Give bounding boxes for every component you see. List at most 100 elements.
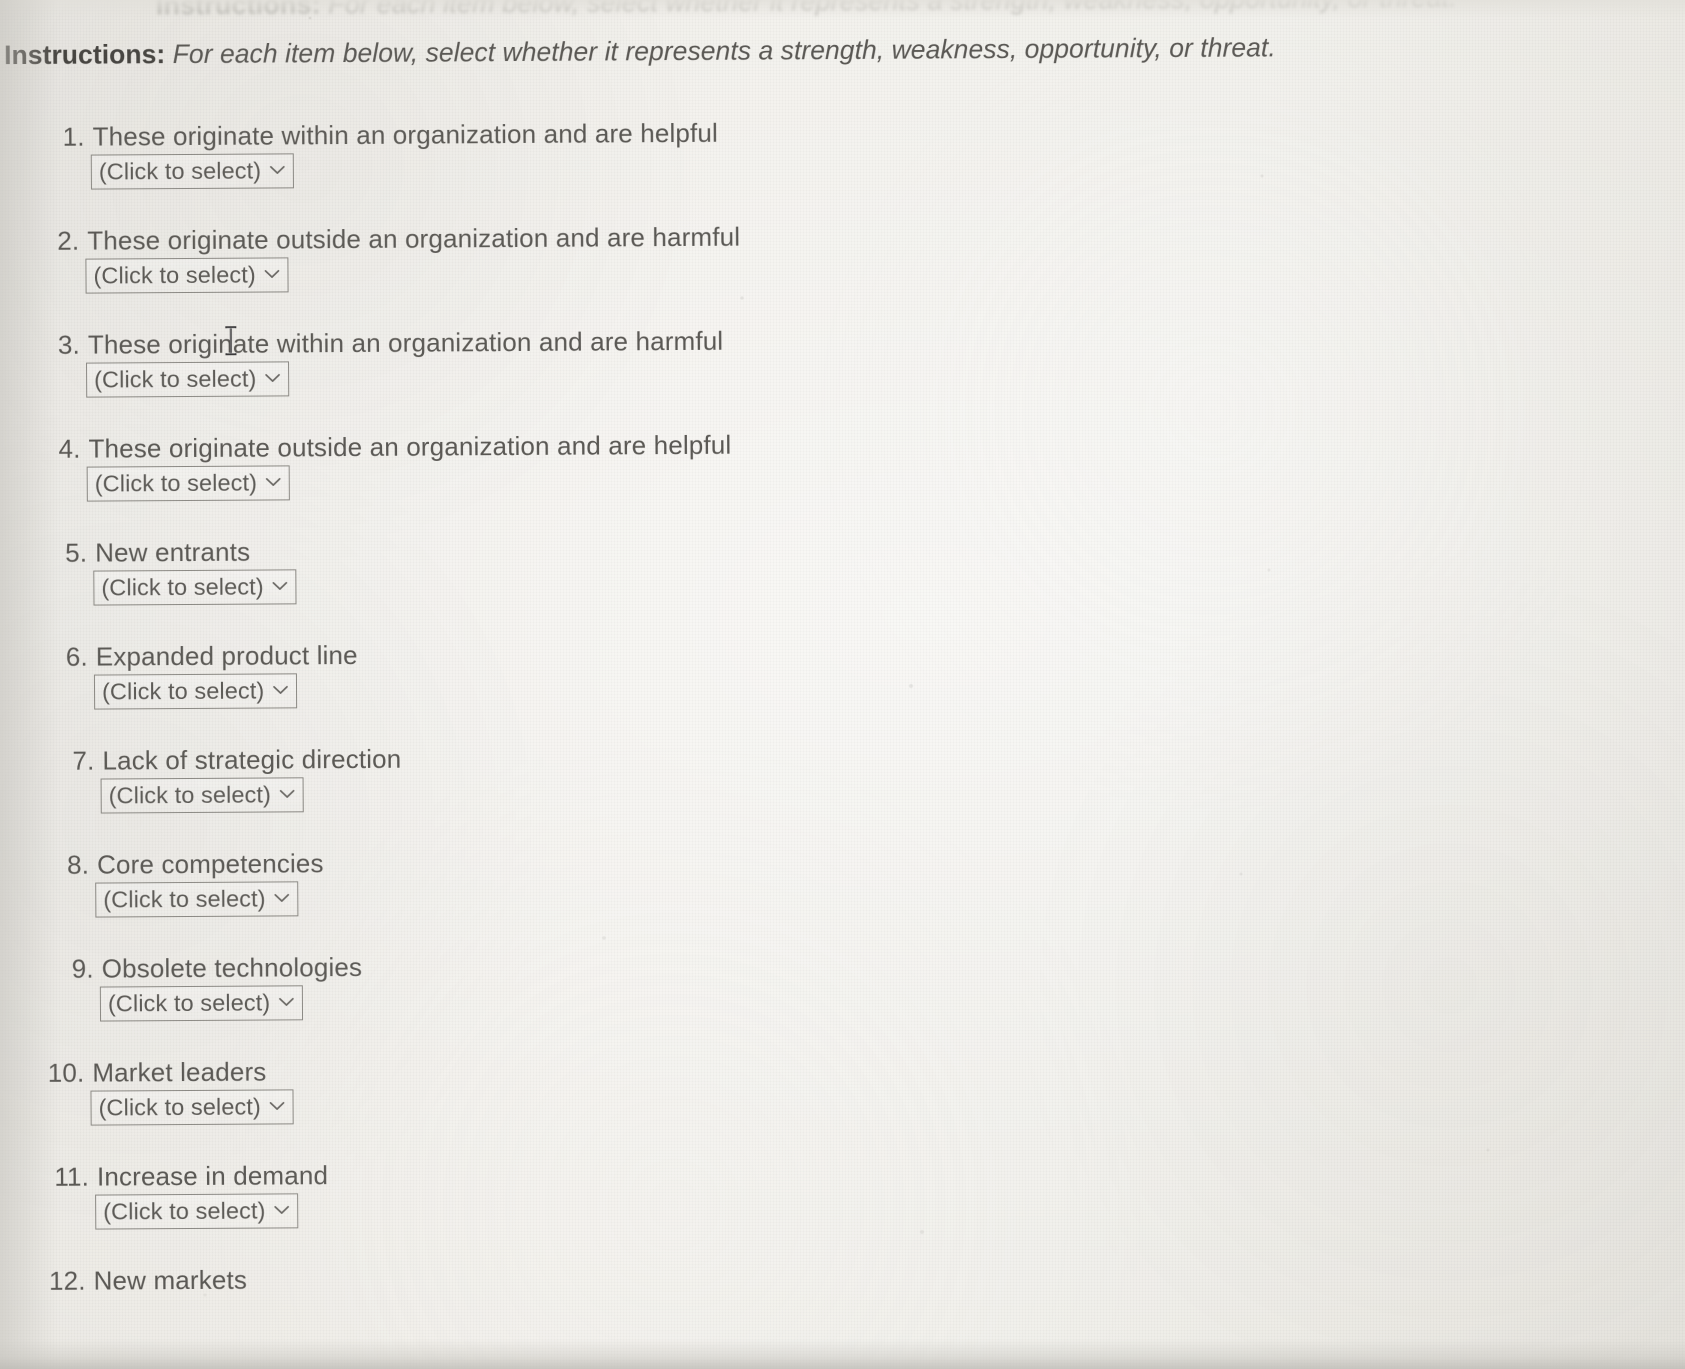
question-number: 2. — [57, 225, 80, 256]
question-number: 1. — [62, 121, 85, 152]
question-line: 7. Lack of strategic direction — [12, 741, 1000, 776]
chevron-down-icon — [273, 685, 289, 694]
question-item: 12. New markets — [4, 1261, 1004, 1333]
question-line: 1. These originate within an organization… — [3, 117, 997, 152]
question-text: These originate outside an organization … — [87, 221, 741, 256]
answer-select-value: (Click to select) — [98, 157, 262, 185]
question-answer-row: (Click to select) — [2, 1085, 1002, 1126]
question-answer-row: (Click to select) — [6, 669, 1000, 710]
instructions-label: Instructions: — [4, 39, 166, 71]
question-line: 6. Expanded product line — [6, 637, 1000, 672]
question-item: 2. These originate outside an organizatio… — [0, 221, 998, 294]
question-line: 10. Market leaders — [2, 1053, 1002, 1088]
question-line: 11. Increase in demand — [7, 1157, 1003, 1192]
question-text: Increase in demand — [96, 1160, 329, 1192]
answer-select-value: (Click to select) — [101, 677, 265, 705]
question-text: Expanded product line — [95, 639, 358, 672]
answer-select[interactable]: (Click to select) — [95, 881, 299, 918]
instructions-text: For each item below, select whether it r… — [172, 32, 1276, 70]
quiz-content: Instructions: For each item below, selec… — [0, 0, 1685, 1369]
instructions-line: Instructions: For each item below, selec… — [4, 32, 1276, 72]
question-text: Lack of strategic direction — [102, 743, 402, 776]
chevron-down-icon — [265, 374, 281, 383]
question-line: 3. These originate within an organization… — [0, 325, 998, 360]
question-line: 4. These originate outside an organizatio… — [0, 429, 999, 464]
question-item: 7. Lack of strategic direction (Click to s… — [12, 741, 1001, 814]
ghost-lead: Instructions: — [155, 0, 321, 21]
chevron-down-icon — [279, 997, 295, 1006]
question-number: 11. — [54, 1161, 90, 1192]
answer-select[interactable]: (Click to select) — [100, 777, 305, 814]
chevron-down-icon — [274, 893, 290, 902]
answer-select-value: (Click to select) — [107, 989, 271, 1017]
answer-select[interactable]: (Click to select) — [93, 569, 297, 606]
answer-select[interactable]: (Click to select) — [99, 985, 304, 1022]
answer-select-value: (Click to select) — [108, 781, 272, 809]
question-text: These originate within an organization a… — [92, 117, 719, 152]
question-text: Market leaders — [92, 1056, 267, 1088]
answer-select[interactable]: (Click to select) — [85, 257, 289, 294]
question-text: New markets — [93, 1264, 248, 1296]
question-line: 12. New markets — [4, 1261, 1004, 1296]
question-text: Obsolete technologies — [101, 951, 363, 984]
answer-select[interactable]: (Click to select) — [86, 465, 291, 502]
question-item: 6. Expanded product line (Click to select) — [6, 637, 1000, 710]
question-item: 11. Increase in demand (Click to select) — [7, 1157, 1003, 1230]
question-answer-row: (Click to select) — [7, 877, 1001, 918]
answer-select-value: (Click to select) — [101, 573, 264, 601]
answer-select[interactable]: (Click to select) — [90, 153, 295, 190]
chevron-down-icon — [274, 1205, 290, 1214]
question-list: 1. These originate within an organization… — [0, 117, 1004, 1369]
question-number: 8. — [67, 849, 90, 880]
question-number: 12. — [48, 1265, 86, 1296]
question-line: 9. Obsolete technologies — [12, 949, 1002, 984]
ghost-body: For each item below, select whether it r… — [328, 0, 1457, 20]
question-line: 8. Core competencies — [7, 845, 1001, 880]
answer-select-value: (Click to select) — [98, 1093, 261, 1121]
chevron-down-icon — [270, 166, 285, 175]
question-number: 4. — [58, 433, 81, 464]
question-item: 8. Core competencies (Click to select) — [7, 845, 1001, 918]
answer-select-value: (Click to select) — [94, 365, 257, 393]
chevron-down-icon — [270, 1102, 285, 1111]
question-item: 4. These originate outside an organizatio… — [0, 429, 999, 502]
answer-select[interactable]: (Click to select) — [86, 361, 290, 398]
chevron-down-icon — [280, 789, 295, 798]
question-number: 5. — [65, 537, 88, 568]
question-text: These originate outside an organization … — [88, 429, 732, 464]
question-text: Core competencies — [96, 848, 324, 880]
question-answer-row: (Click to select) — [7, 1189, 1003, 1230]
question-line: 5. New entrants — [5, 533, 999, 568]
answer-select-value: (Click to select) — [94, 469, 258, 497]
question-text: These originate within an organization a… — [87, 325, 724, 360]
question-answer-row: (Click to select) — [0, 253, 998, 294]
question-answer-row: (Click to select) — [12, 981, 1002, 1022]
question-item: 9. Obsolete technologies (Click to select) — [12, 949, 1002, 1022]
question-number: 9. — [71, 953, 94, 984]
question-number: 7. — [72, 745, 95, 776]
screen-photo: Instructions: For each item below, selec… — [0, 0, 1685, 1369]
question-item: 1. These originate within an organization… — [3, 117, 997, 190]
answer-select-value: (Click to select) — [103, 1197, 266, 1225]
question-number: 10. — [47, 1057, 85, 1088]
answer-select[interactable]: (Click to select) — [93, 673, 298, 710]
answer-select[interactable]: (Click to select) — [90, 1089, 294, 1126]
question-answer-row: (Click to select) — [0, 461, 999, 502]
chevron-down-icon — [264, 270, 280, 279]
answer-select-value: (Click to select) — [103, 885, 266, 913]
question-answer-row: (Click to select) — [13, 773, 1001, 814]
question-number: 3. — [57, 329, 81, 360]
question-answer-row: (Click to select) — [5, 565, 999, 606]
question-number: 6. — [65, 641, 88, 672]
question-item: 3. These originate within an organization… — [0, 325, 998, 398]
question-answer-row: (Click to select) — [3, 149, 997, 190]
question-line: 2. These originate outside an organizatio… — [0, 221, 997, 256]
chevron-down-icon — [266, 478, 281, 487]
question-item: 10. Market leaders (Click to select) — [2, 1053, 1002, 1126]
answer-select-value: (Click to select) — [93, 261, 256, 289]
question-text: New entrants — [95, 536, 251, 568]
scrolled-off-instructions-ghost: Instructions: For each item below, selec… — [156, 0, 1486, 21]
question-item: 5. New entrants (Click to select) — [5, 533, 999, 606]
question-answer-row: (Click to select) — [0, 357, 998, 398]
answer-select[interactable]: (Click to select) — [95, 1193, 299, 1230]
